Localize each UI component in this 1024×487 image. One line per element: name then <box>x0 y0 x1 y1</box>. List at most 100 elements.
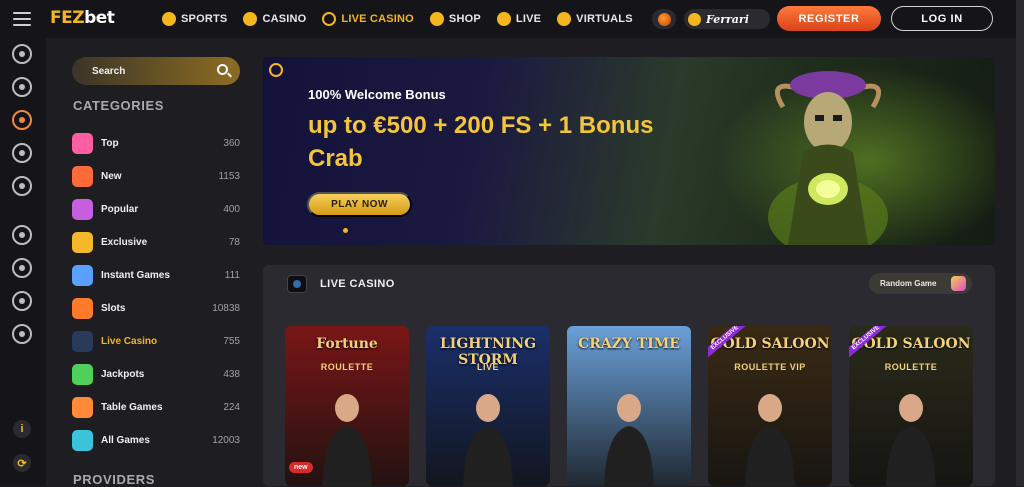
category-label: All Games <box>101 435 150 446</box>
category-item[interactable]: Jackpots 438 <box>72 358 242 391</box>
game-subtitle: LIVE <box>476 362 499 372</box>
live-signal-icon <box>496 12 511 26</box>
nav-live-casino-label: LIVE CASINO <box>341 13 414 25</box>
promo-banner[interactable]: 100% Welcome Bonus up to €500 + 200 FS +… <box>263 57 995 245</box>
brand-logo-bet: bet <box>84 8 115 28</box>
page-scrollbar[interactable] <box>1016 0 1024 486</box>
banner-pagination-dot[interactable] <box>343 228 348 233</box>
category-label: Exclusive <box>101 237 148 248</box>
game-tile[interactable]: GOLD SALOON ROULETTE EXCLUSIVE <box>849 326 973 486</box>
category-icon <box>72 199 93 220</box>
game-tile[interactable]: LIGHTNING STORM LIVE <box>426 326 550 486</box>
category-icon <box>72 331 93 352</box>
virtuals-icon <box>557 12 572 26</box>
login-button[interactable]: LOG IN <box>891 6 993 31</box>
category-item[interactable]: Live Casino 755 <box>72 325 242 358</box>
category-item[interactable]: Popular 400 <box>72 193 242 226</box>
category-count: 755 <box>223 336 240 347</box>
nav-sports[interactable]: SPORTS <box>162 12 227 26</box>
random-game-button[interactable]: Random Game <box>869 273 972 294</box>
nav-live[interactable]: LIVE <box>496 12 542 26</box>
category-item[interactable]: Table Games 224 <box>72 391 242 424</box>
game-tile[interactable]: Fortune ROULETTE new <box>285 326 409 486</box>
nav-casino[interactable]: CASINO <box>243 12 306 26</box>
category-label: Instant Games <box>101 270 170 281</box>
category-count: 12003 <box>212 435 240 446</box>
category-label: Table Games <box>101 402 163 413</box>
game-grid: Fortune ROULETTE new LIGHTNING STORM LIVE CRA… <box>285 326 973 486</box>
category-item[interactable]: Exclusive 78 <box>72 226 242 259</box>
category-label: Jackpots <box>101 369 145 380</box>
roulette-icon <box>322 12 337 26</box>
game-tile[interactable]: CRAZY TIME <box>567 326 691 486</box>
brand-logo[interactable]: FEZbet <box>50 8 115 28</box>
search-icon[interactable] <box>217 64 228 75</box>
sponsor-logo-1[interactable] <box>652 9 676 29</box>
category-count: 438 <box>223 369 240 380</box>
rail-virtuals-icon[interactable] <box>12 176 32 196</box>
rail-promotions-icon[interactable] <box>12 225 32 245</box>
play-now-button[interactable]: PLAY NOW <box>307 192 412 217</box>
nav-live-casino[interactable]: LIVE CASINO <box>322 12 414 26</box>
game-subtitle: ROULETTE <box>320 362 374 372</box>
search-input[interactable]: Search <box>72 57 240 85</box>
category-label: New <box>101 171 122 182</box>
menu-icon[interactable] <box>13 12 31 26</box>
rail-vip-icon[interactable] <box>12 291 32 311</box>
category-label: Slots <box>101 303 126 314</box>
nav-casino-label: CASINO <box>262 13 307 25</box>
category-count: 1153 <box>218 171 240 182</box>
dealer-image <box>604 394 654 486</box>
soccer-ball-icon <box>162 12 176 26</box>
ferrari-badge-icon <box>688 12 701 26</box>
brand-logo-fez: FEZ <box>50 8 85 28</box>
rail-tournaments-icon[interactable] <box>12 258 32 278</box>
sponsor-flame-icon <box>657 12 671 26</box>
rail-casino-icon[interactable] <box>12 77 32 97</box>
categories-title: CATEGORIES <box>73 98 164 113</box>
category-icon <box>72 232 93 253</box>
category-item[interactable]: Top 360 <box>72 127 242 160</box>
spade-icon <box>243 12 258 26</box>
category-count: 360 <box>223 138 240 149</box>
nav-shop[interactable]: SHOP <box>429 12 481 26</box>
category-count: 111 <box>224 270 240 281</box>
register-button[interactable]: REGISTER <box>777 6 881 31</box>
rail-live-casino-icon[interactable] <box>12 110 32 130</box>
category-icon <box>72 397 93 418</box>
icon-rail: i ⟳ <box>0 38 46 486</box>
rail-live-icon[interactable] <box>12 143 32 163</box>
category-label: Top <box>101 138 119 149</box>
category-count: 224 <box>223 402 240 413</box>
dice-icon <box>951 276 966 291</box>
nav-virtuals[interactable]: VIRTUALS <box>557 12 633 26</box>
info-icon[interactable]: i <box>13 420 31 438</box>
random-game-label: Random Game <box>880 279 937 288</box>
category-icon <box>72 364 93 385</box>
providers-title: PROVIDERS <box>73 472 155 487</box>
nav-sports-label: SPORTS <box>181 13 228 25</box>
rail-shop-icon[interactable] <box>12 324 32 344</box>
category-icon <box>72 133 93 154</box>
category-count: 400 <box>223 204 240 215</box>
category-item[interactable]: Instant Games 111 <box>72 259 242 292</box>
nav-live-label: LIVE <box>515 13 542 25</box>
main-nav: SPORTS CASINO LIVE CASINO SHOP LIVE VIRT… <box>162 0 633 38</box>
game-title: CRAZY TIME <box>578 336 680 352</box>
category-count: 78 <box>228 237 240 248</box>
category-item[interactable]: Slots 10838 <box>72 292 242 325</box>
category-icon <box>72 166 93 187</box>
category-item[interactable]: New 1153 <box>72 160 242 193</box>
rail-sports-icon[interactable] <box>12 44 32 64</box>
game-subtitle: ROULETTE <box>884 362 938 372</box>
nav-shop-label: SHOP <box>448 13 481 25</box>
category-item[interactable]: All Games 12003 <box>72 424 242 457</box>
game-tile[interactable]: GOLD SALOON ROULETTE VIP EXCLUSIVE <box>708 326 832 486</box>
category-label: Live Casino <box>101 336 158 347</box>
game-title: Fortune <box>316 336 378 352</box>
live-casino-title: LIVE CASINO <box>320 278 395 290</box>
sponsor-ferrari[interactable]: Ferrari <box>684 9 770 29</box>
nav-virtuals-label: VIRTUALS <box>576 13 633 25</box>
support-icon[interactable]: ⟳ <box>13 454 31 472</box>
banner-subtitle: 100% Welcome Bonus <box>308 87 446 102</box>
